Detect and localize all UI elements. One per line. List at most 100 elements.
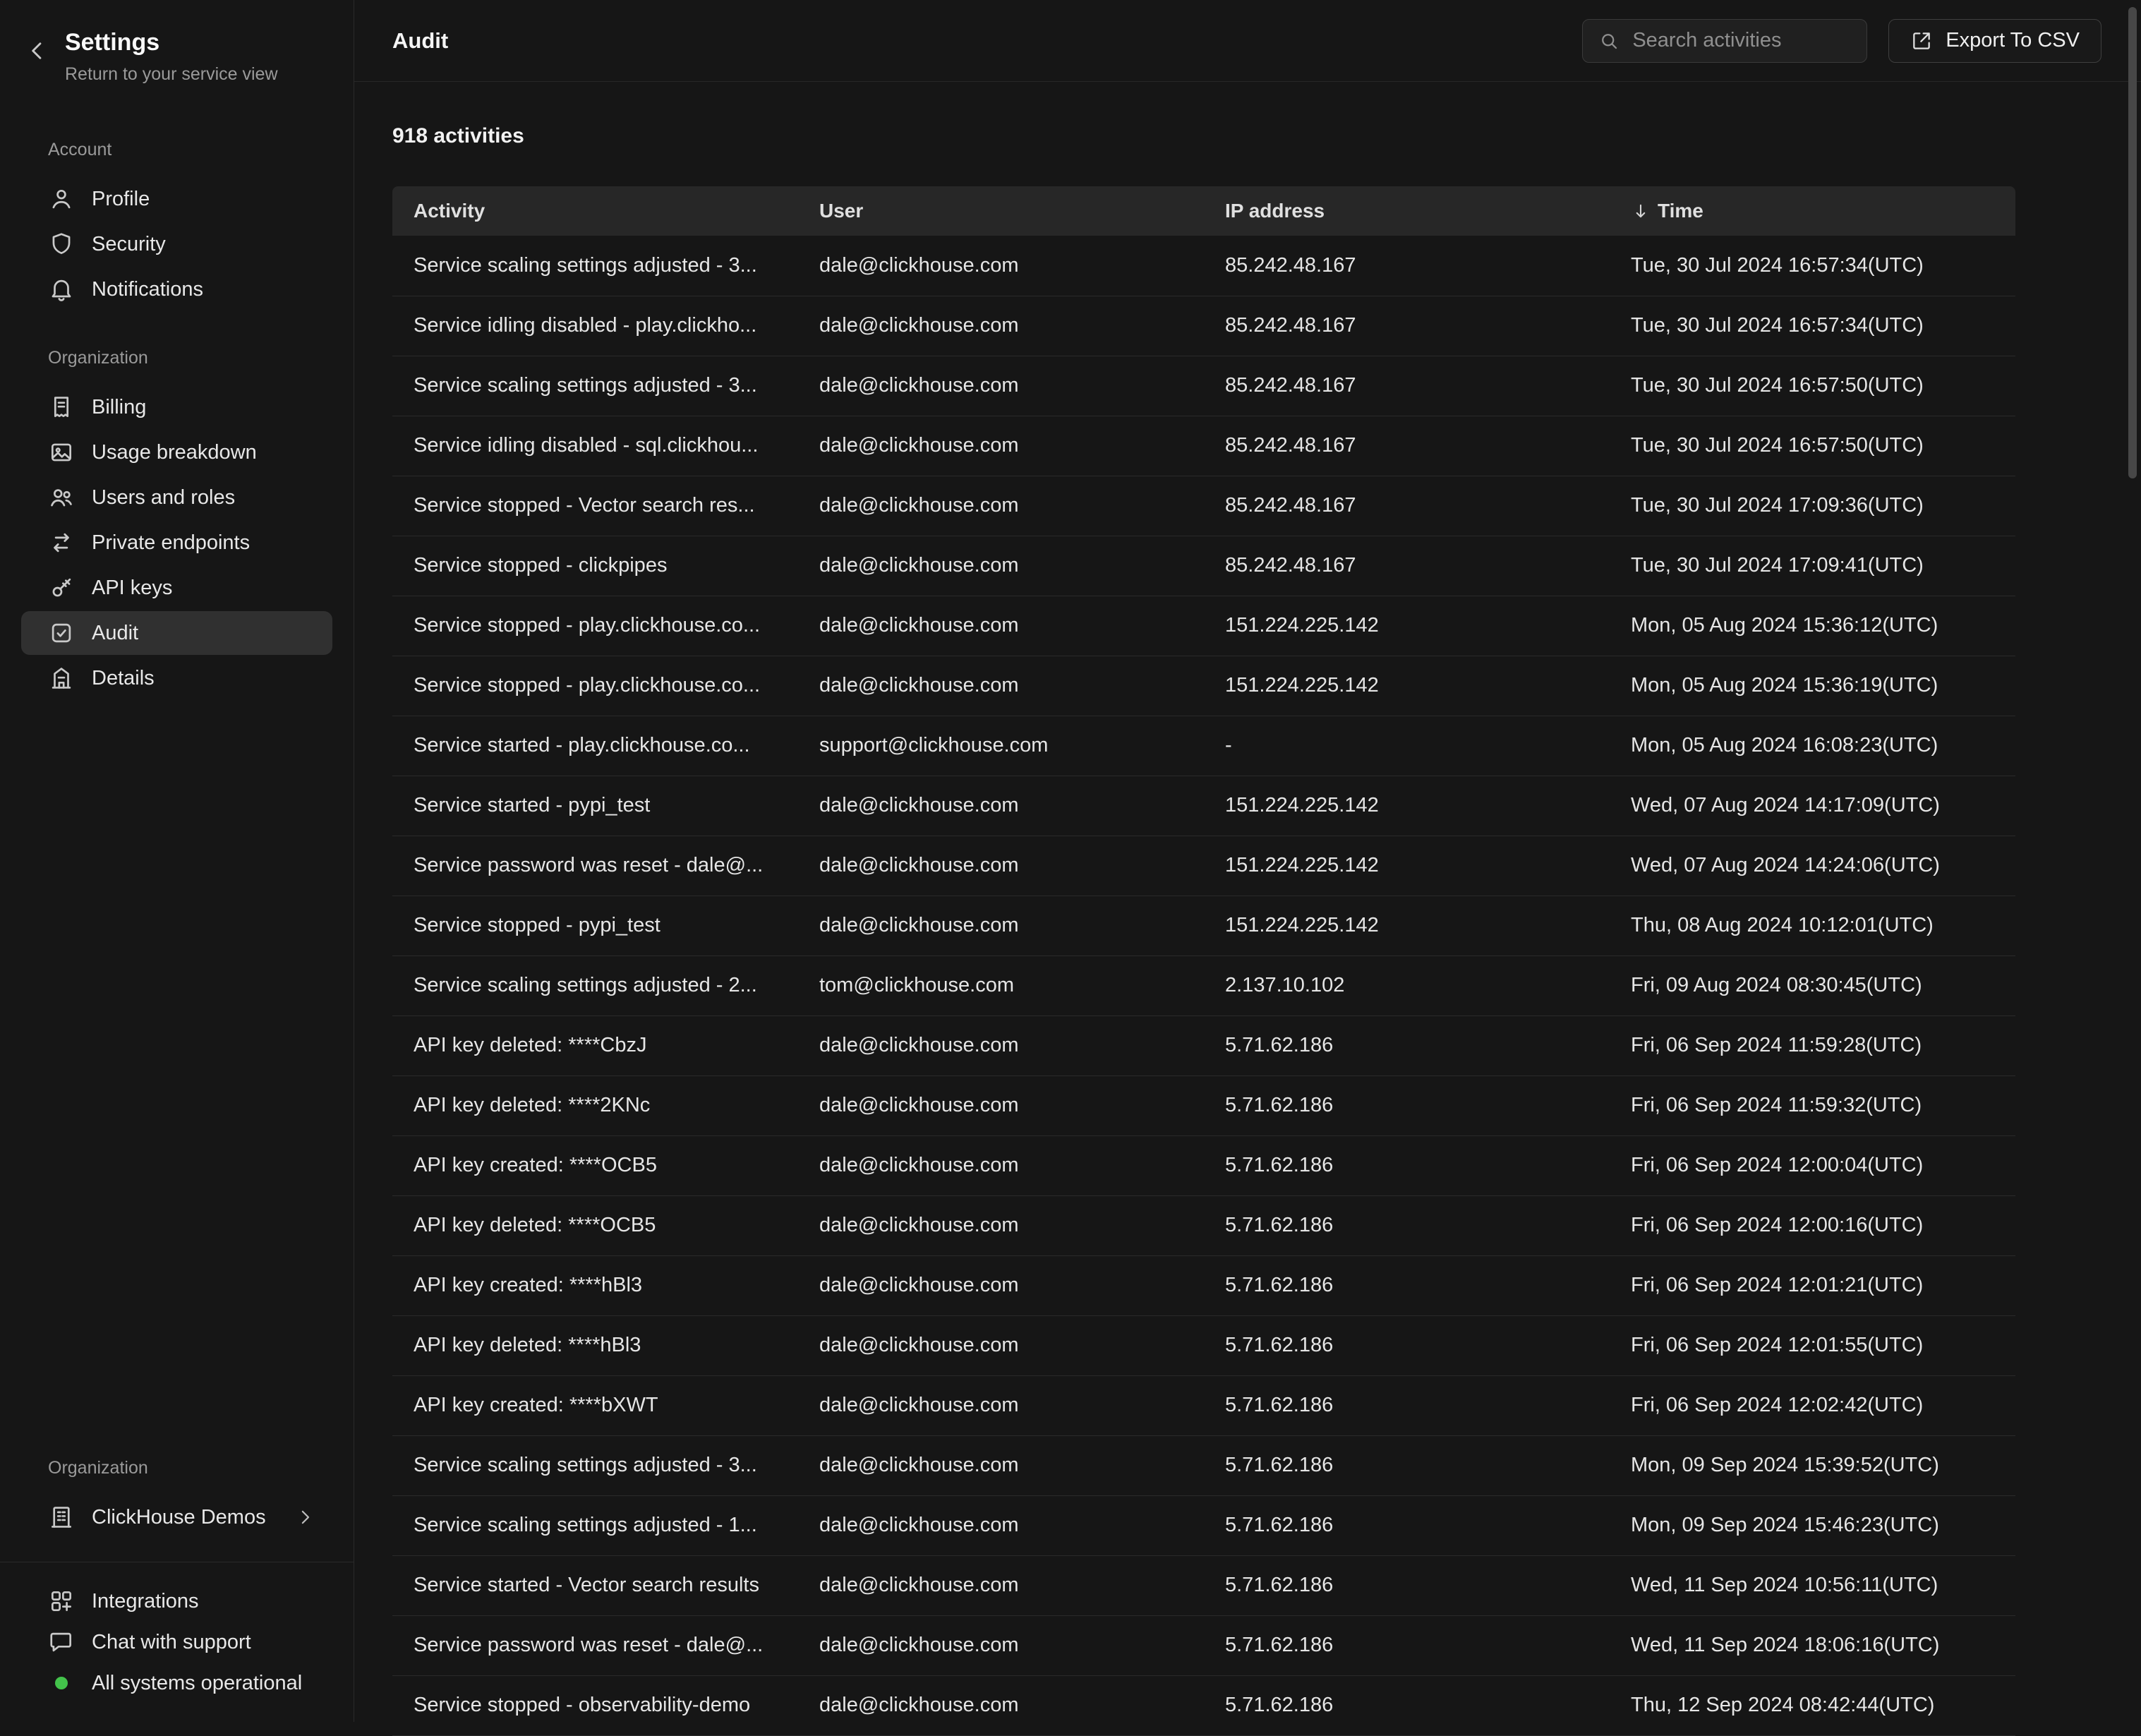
audit-table: Activity User IP address Time [392, 186, 2015, 1736]
cell-time: Fri, 09 Aug 2024 08:30:45(UTC) [1610, 956, 2015, 1015]
sidebar-footer: Integrations Chat with support All systems… [0, 1581, 354, 1722]
table-row[interactable]: Service started - Vector search resultsd… [392, 1555, 2015, 1615]
cell-user: dale@clickhouse.com [798, 1495, 1204, 1555]
cell-time: Wed, 11 Sep 2024 10:56:11(UTC) [1610, 1555, 2015, 1615]
export-icon [1910, 30, 1933, 52]
cell-ip: - [1204, 716, 1610, 776]
sidebar-item-api-keys[interactable]: API keys [21, 566, 332, 610]
col-activity[interactable]: Activity [392, 186, 798, 236]
sidebar-item-all-systems-operational[interactable]: All systems operational [21, 1663, 332, 1704]
cell-user: dale@clickhouse.com [798, 536, 1204, 596]
cell-time: Tue, 30 Jul 2024 16:57:34(UTC) [1610, 236, 2015, 296]
table-row[interactable]: Service scaling settings adjusted - 3...… [392, 236, 2015, 296]
cell-activity: Service password was reset - dale@... [392, 1615, 798, 1675]
scrollbar[interactable] [2128, 7, 2137, 478]
sidebar-item-integrations[interactable]: Integrations [21, 1581, 332, 1622]
sidebar-item-audit[interactable]: Audit [21, 611, 332, 655]
table-row[interactable]: Service idling disabled - sql.clickhou..… [392, 416, 2015, 476]
cell-user: dale@clickhouse.com [798, 236, 1204, 296]
table-row[interactable]: API key created: ****hBl3dale@clickhouse… [392, 1255, 2015, 1315]
cell-user: dale@clickhouse.com [798, 476, 1204, 536]
table-row[interactable]: Service stopped - Vector search res...da… [392, 476, 2015, 536]
sidebar-item-label: Users and roles [92, 486, 235, 510]
cell-activity: Service scaling settings adjusted - 1... [392, 1495, 798, 1555]
cell-ip: 85.242.48.167 [1204, 356, 1610, 416]
col-user[interactable]: User [798, 186, 1204, 236]
table-row[interactable]: Service stopped - play.clickhouse.co...d… [392, 596, 2015, 656]
user-icon [48, 186, 75, 212]
cell-time: Thu, 12 Sep 2024 08:42:44(UTC) [1610, 1675, 2015, 1735]
cell-ip: 85.242.48.167 [1204, 416, 1610, 476]
cell-ip: 5.71.62.186 [1204, 1495, 1610, 1555]
cell-activity: Service scaling settings adjusted - 3... [392, 236, 798, 296]
cell-user: dale@clickhouse.com [798, 896, 1204, 956]
sidebar-item-label: Billing [92, 396, 146, 419]
back-button[interactable] [24, 35, 55, 66]
table-row[interactable]: Service stopped - pypi_testdale@clickhou… [392, 896, 2015, 956]
section-label-account: Account [0, 140, 354, 160]
table-row[interactable]: Service started - pypi_testdale@clickhou… [392, 776, 2015, 836]
sidebar-item-label: Chat with support [92, 1631, 251, 1654]
sidebar-item-chat-with-support[interactable]: Chat with support [21, 1622, 332, 1663]
table-row[interactable]: Service scaling settings adjusted - 3...… [392, 1435, 2015, 1495]
cell-ip: 5.71.62.186 [1204, 1555, 1610, 1615]
col-time[interactable]: Time [1610, 186, 2015, 236]
table-row[interactable]: API key created: ****OCB5dale@clickhouse… [392, 1135, 2015, 1195]
table-row[interactable]: Service scaling settings adjusted - 1...… [392, 1495, 2015, 1555]
sidebar-item-billing[interactable]: Billing [21, 385, 332, 429]
col-ip-label: IP address [1225, 200, 1325, 222]
table-row[interactable]: API key deleted: ****CbzJdale@clickhouse… [392, 1015, 2015, 1075]
cell-activity: API key deleted: ****2KNc [392, 1075, 798, 1135]
usage-icon [48, 439, 75, 466]
table-row[interactable]: Service password was reset - dale@...dal… [392, 836, 2015, 896]
table-row[interactable]: Service scaling settings adjusted - 2...… [392, 956, 2015, 1015]
cell-ip: 151.224.225.142 [1204, 836, 1610, 896]
cell-user: dale@clickhouse.com [798, 356, 1204, 416]
table-row[interactable]: Service password was reset - dale@...dal… [392, 1615, 2015, 1675]
cell-user: dale@clickhouse.com [798, 1555, 1204, 1615]
sidebar-item-label: All systems operational [92, 1672, 302, 1695]
cell-user: dale@clickhouse.com [798, 596, 1204, 656]
search-input[interactable] [1631, 28, 1851, 53]
cell-ip: 5.71.62.186 [1204, 1435, 1610, 1495]
page-heading: Audit [392, 28, 448, 54]
table-row[interactable]: Service stopped - observability-demodale… [392, 1675, 2015, 1735]
sidebar-item-profile[interactable]: Profile [21, 177, 332, 221]
table-row[interactable]: Service started - play.clickhouse.co...s… [392, 716, 2015, 776]
cell-activity: API key deleted: ****OCB5 [392, 1195, 798, 1255]
sidebar-item-details[interactable]: Details [21, 656, 332, 700]
sidebar-item-label: Details [92, 667, 155, 690]
cell-user: support@clickhouse.com [798, 716, 1204, 776]
sidebar-item-usage-breakdown[interactable]: Usage breakdown [21, 430, 332, 474]
cell-ip: 5.71.62.186 [1204, 1375, 1610, 1435]
cell-activity: Service stopped - observability-demo [392, 1675, 798, 1735]
cell-time: Fri, 06 Sep 2024 12:00:16(UTC) [1610, 1195, 2015, 1255]
cell-user: dale@clickhouse.com [798, 776, 1204, 836]
table-row[interactable]: API key deleted: ****OCB5dale@clickhouse… [392, 1195, 2015, 1255]
table-row[interactable]: Service scaling settings adjusted - 3...… [392, 356, 2015, 416]
table-row[interactable]: Service idling disabled - play.clickho..… [392, 296, 2015, 356]
table-row[interactable]: API key deleted: ****2KNcdale@clickhouse… [392, 1075, 2015, 1135]
search-box[interactable] [1582, 19, 1867, 63]
cell-user: dale@clickhouse.com [798, 1255, 1204, 1315]
sidebar-item-private-endpoints[interactable]: Private endpoints [21, 521, 332, 565]
chevron-left-icon [24, 37, 51, 64]
cell-user: dale@clickhouse.com [798, 1015, 1204, 1075]
table-row[interactable]: API key created: ****bXWTdale@clickhouse… [392, 1375, 2015, 1435]
table-row[interactable]: Service stopped - play.clickhouse.co...d… [392, 656, 2015, 716]
sidebar-item-notifications[interactable]: Notifications [21, 267, 332, 311]
cell-ip: 5.71.62.186 [1204, 1255, 1610, 1315]
cell-user: tom@clickhouse.com [798, 956, 1204, 1015]
col-ip[interactable]: IP address [1204, 186, 1610, 236]
sidebar-item-users-and-roles[interactable]: Users and roles [21, 476, 332, 519]
export-csv-button[interactable]: Export To CSV [1888, 19, 2101, 63]
app-root: Settings Return to your service view Acc… [0, 0, 2141, 1722]
table-row[interactable]: Service stopped - clickpipesdale@clickho… [392, 536, 2015, 596]
cell-ip: 151.224.225.142 [1204, 776, 1610, 836]
sidebar-item-security[interactable]: Security [21, 222, 332, 266]
table-row[interactable]: API key deleted: ****hBl3dale@clickhouse… [392, 1315, 2015, 1375]
sidebar-item-label: Notifications [92, 278, 203, 301]
org-switcher[interactable]: ClickHouse Demos [21, 1495, 332, 1539]
return-link[interactable]: Return to your service view [65, 64, 278, 85]
sort-desc-icon [1631, 201, 1651, 221]
